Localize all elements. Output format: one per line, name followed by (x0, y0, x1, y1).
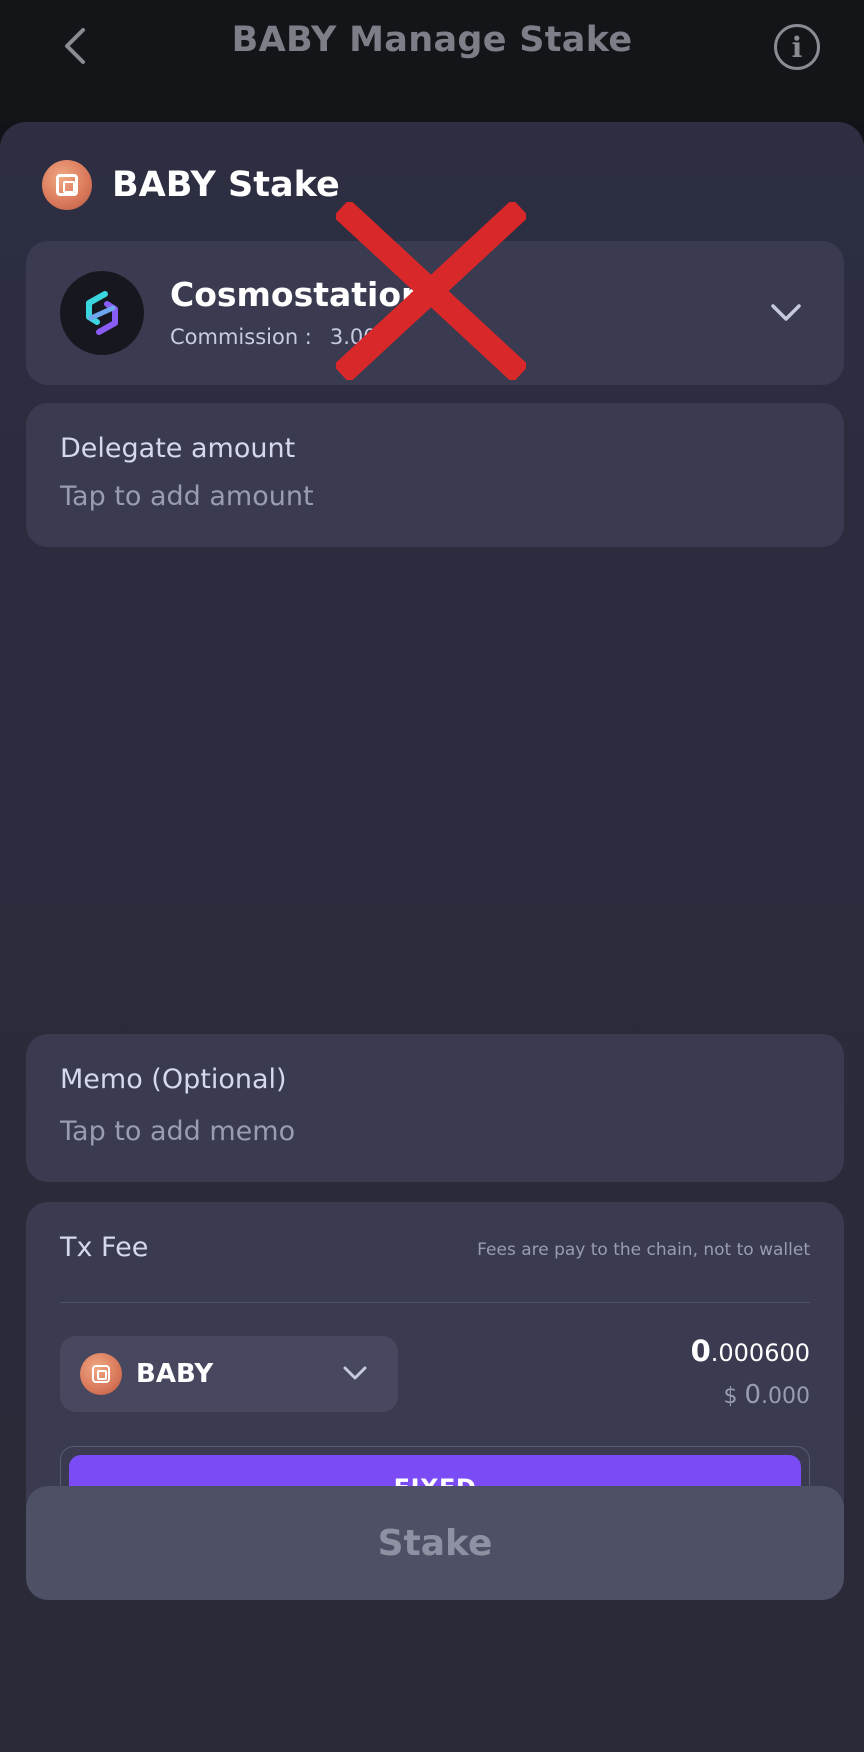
fee-token-name: BABY (136, 1359, 214, 1389)
validator-dropdown-toggle[interactable] (766, 295, 806, 331)
info-circle-icon: i (791, 30, 803, 64)
fee-usd-symbol: $ (723, 1384, 745, 1409)
divider (60, 1302, 810, 1303)
page-title: BABY Manage Stake (231, 20, 633, 60)
cosmostation-logo-icon (60, 271, 144, 355)
memo-placeholder: Tap to add memo (60, 1116, 296, 1147)
validator-select[interactable]: Cosmostation Commission : 3.00 (26, 241, 844, 385)
commission-label: Commission : (170, 325, 312, 349)
memo-field[interactable]: Memo (Optional) Tap to add memo (26, 1034, 844, 1182)
info-button[interactable]: i (774, 24, 820, 70)
sheet-title-row: BABY Stake (42, 158, 340, 212)
memo-label: Memo (Optional) (60, 1064, 287, 1095)
fee-usd-value: $ 0.000 (723, 1380, 810, 1410)
commission-value: 3.00 (329, 325, 377, 349)
delegate-amount-placeholder: Tap to add amount (60, 481, 314, 512)
commission-row: Commission : 3.00 (170, 325, 377, 349)
chevron-down-icon (343, 1366, 367, 1380)
stake-button[interactable]: Stake (26, 1486, 844, 1600)
validator-name: Cosmostation (170, 275, 425, 314)
delegate-amount-field[interactable]: Delegate amount Tap to add amount (26, 403, 844, 547)
chevron-down-icon (771, 304, 801, 321)
sheet-title: BABY Stake (112, 165, 340, 205)
fee-amount-int: 0 (690, 1334, 711, 1368)
baby-token-icon (80, 1353, 122, 1395)
delegate-amount-label: Delegate amount (60, 433, 296, 464)
baby-token-icon (42, 160, 92, 210)
fee-usd-dec: .000 (761, 1384, 810, 1409)
fee-usd-int: 0 (744, 1380, 762, 1410)
tx-fee-note: Fees are pay to the chain, not to wallet (477, 1240, 810, 1260)
fee-token-select[interactable]: BABY (60, 1336, 398, 1412)
app-header: BABY Manage Stake i (0, 0, 864, 122)
tx-fee-label: Tx Fee (60, 1232, 149, 1263)
fee-token-dropdown (340, 1360, 370, 1388)
fee-amount-dec: .000600 (710, 1339, 810, 1367)
fee-amount: 0.000600 (691, 1334, 810, 1368)
